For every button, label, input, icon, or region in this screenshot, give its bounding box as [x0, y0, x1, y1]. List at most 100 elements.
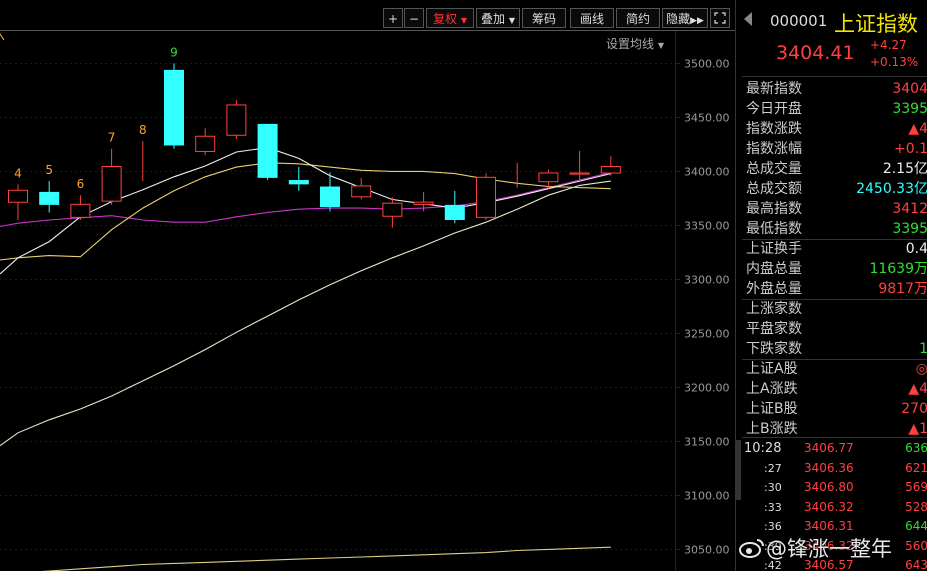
- y-tick-label: 3400.00: [684, 166, 730, 179]
- quote-row-value: 3412: [892, 201, 927, 217]
- candle-body: [8, 189, 28, 203]
- candle-body: [444, 204, 465, 220]
- quote-row-label: 指数涨幅: [746, 141, 802, 157]
- quote-row-label: 最低指数: [746, 221, 802, 237]
- y-tick-label: 3350.00: [684, 220, 730, 233]
- quote-row-label: 平盘家数: [746, 321, 802, 337]
- change-percent: +0.13%: [870, 55, 919, 69]
- quote-row-value: 3395: [892, 221, 927, 237]
- tick-row: :27 3406.36 621: [744, 459, 927, 478]
- y-tick-label: 3300.00: [684, 274, 730, 287]
- td-count-label: 4: [14, 166, 22, 180]
- candle-body: [569, 172, 590, 175]
- quote-row-label: 指数涨跌: [746, 121, 802, 137]
- ma-line-long: [0, 180, 611, 447]
- chevron-down-icon: ▼: [508, 16, 515, 25]
- quote-row-label: 上证换手: [746, 241, 802, 257]
- quote-row-value: ▲1: [908, 421, 927, 437]
- watermark-text: @锋涨一整年: [766, 537, 892, 561]
- divider: [742, 76, 927, 77]
- quote-row: 最新指数 3404: [746, 79, 927, 99]
- fullscreen-icon[interactable]: [710, 8, 730, 28]
- tick-volume: 560: [905, 538, 927, 553]
- td-count-label: 9: [170, 45, 178, 59]
- kline-chart-area[interactable]: 3050.00 3100.00 3150.00 3200.00 3250.00 3300.…: [0, 0, 735, 571]
- ma-line-short: [0, 147, 611, 275]
- tick-row: 10:28 3406.77 636: [744, 439, 927, 458]
- settings-ma-dropdown[interactable]: 设置均线 ▼: [606, 35, 664, 52]
- chevron-down-icon: ▼: [460, 16, 467, 25]
- weibo-watermark: @锋涨一整年: [738, 533, 892, 563]
- jianyue-button[interactable]: 简约: [616, 8, 660, 28]
- tick-price: 3406.36: [804, 460, 854, 475]
- quote-row-value: 1: [919, 339, 927, 359]
- quote-row: 总成交额 2450.33亿: [746, 179, 927, 199]
- y-tick-label: 3200.00: [684, 382, 730, 395]
- tick-time: :30: [764, 481, 782, 494]
- quote-row-value: 3395: [892, 101, 927, 117]
- panel-scrollbar[interactable]: [736, 440, 741, 500]
- quote-row-value: +0.1: [894, 141, 927, 157]
- y-tick-label: 3450.00: [684, 112, 730, 125]
- quote-row: 上B涨跌 ▲1: [746, 419, 927, 439]
- tick-volume: 569: [905, 480, 927, 494]
- y-tick-label: 3150.00: [684, 436, 730, 449]
- quote-row-value: 2.15亿: [882, 161, 927, 177]
- candle-body: [164, 69, 184, 146]
- chouma-button[interactable]: 筹码: [522, 8, 566, 28]
- change-value: +4.27: [870, 38, 907, 52]
- zoom-out-button[interactable]: −: [404, 8, 424, 28]
- candle-body: [351, 185, 372, 198]
- quote-row-label: 下跌家数: [746, 341, 802, 357]
- quote-row-label: 外盘总量: [746, 281, 802, 297]
- current-price: 3404.41: [776, 42, 855, 64]
- y-tick-label: 3500.00: [684, 58, 730, 71]
- candle-body: [70, 203, 91, 218]
- quote-row-value: 9817万: [878, 281, 927, 297]
- tick-price: 3406.80: [804, 480, 854, 494]
- candle-body: [476, 176, 496, 218]
- quote-row-value: 0.4: [905, 241, 927, 257]
- quote-row: 上证换手 0.4: [746, 239, 927, 259]
- collapse-arrow-icon[interactable]: [744, 12, 752, 26]
- quote-row-label: 最高指数: [746, 201, 802, 217]
- y-tick-label: 3100.00: [684, 490, 730, 503]
- chevron-down-icon: ▼: [657, 41, 664, 50]
- quote-row: 上证A股 ◎: [746, 359, 927, 379]
- quote-row-label: 上B涨跌: [746, 421, 798, 437]
- double-chevron-right-icon: ▶▶: [690, 16, 704, 26]
- yincang-button[interactable]: 隐藏▶▶: [662, 8, 708, 28]
- tick-volume: 528: [905, 499, 927, 514]
- kline-chart[interactable]: 3050.00 3100.00 3150.00 3200.00 3250.00 3300.…: [0, 0, 735, 571]
- tick-volume: 636: [905, 441, 927, 455]
- y-tick-label: 3050.00: [684, 544, 730, 557]
- settings-ma-label: 设置均线: [606, 37, 655, 51]
- y-tick-label: 3250.00: [684, 328, 730, 341]
- candle-body: [195, 135, 216, 152]
- quote-row-label: 今日开盘: [746, 101, 802, 117]
- diejia-dropdown[interactable]: 叠加 ▼: [476, 8, 520, 28]
- yincang-label: 隐藏: [666, 12, 691, 26]
- quote-row-value: 11639万: [869, 261, 927, 277]
- candle-body: [101, 166, 122, 202]
- huaxian-button[interactable]: 画线: [570, 8, 614, 28]
- divider: [742, 437, 927, 438]
- tick-row: :33 3406.32 528: [744, 498, 927, 517]
- candle-body: [600, 166, 621, 174]
- quote-panel: 000001 上证指数 3404.41 +4.27 +0.13% 最新指数 340…: [735, 0, 927, 571]
- zoom-in-button[interactable]: +: [383, 8, 403, 28]
- stock-name: 上证指数: [834, 12, 918, 36]
- quote-row: 外盘总量 9817万: [746, 279, 927, 299]
- quote-row-value: 270: [901, 401, 927, 417]
- fuquan-label: 复权: [433, 12, 458, 26]
- tick-time: 10:28: [744, 441, 782, 456]
- fuquan-dropdown[interactable]: 复权 ▼: [426, 8, 474, 28]
- candle-body: [39, 191, 60, 205]
- quote-row-value: 2450.33亿: [856, 181, 927, 197]
- tick-time: :27: [764, 461, 782, 475]
- quote-row: 总成交量 2.15亿: [746, 159, 927, 179]
- quote-row: 指数涨幅 +0.1: [746, 139, 927, 159]
- candle-body: [257, 123, 278, 178]
- quote-row-value: ▲4: [908, 121, 927, 137]
- quote-row: 平盘家数: [746, 319, 927, 339]
